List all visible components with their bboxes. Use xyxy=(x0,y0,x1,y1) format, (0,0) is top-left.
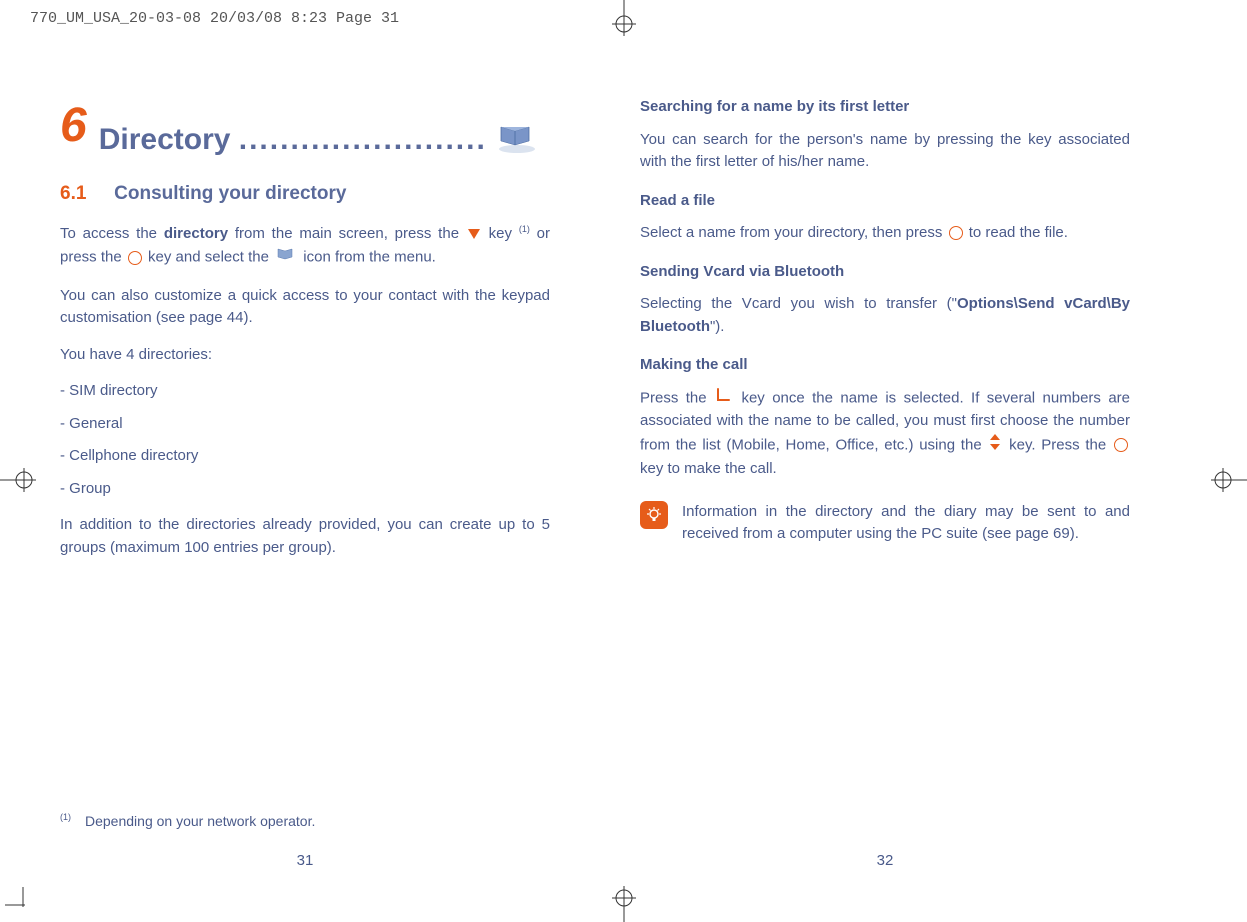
text: key. Press the xyxy=(1003,436,1112,453)
page-right: Searching for a name by its first letter… xyxy=(640,90,1130,882)
text-bold: directory xyxy=(164,225,228,242)
text: key and select the xyxy=(144,249,273,266)
chapter-dots: ........................ xyxy=(239,123,487,156)
section-header: 6.1 Consulting your directory xyxy=(60,180,550,209)
footnote-number: (1) xyxy=(60,812,71,822)
section-title: Consulting your directory xyxy=(114,183,346,204)
text: icon from the menu. xyxy=(299,249,436,266)
chapter-heading: 6 Directory ........................ xyxy=(60,90,550,162)
down-key-icon xyxy=(468,229,480,239)
paragraph-makingcall: Press the key once the name is selected.… xyxy=(640,387,1130,481)
list-item: - Group xyxy=(60,478,550,501)
text: from the main screen, press the xyxy=(228,225,466,242)
pdf-header-info: 770_UM_USA_20-03-08 20/03/08 8:23 Page 3… xyxy=(30,8,399,31)
text: To access the xyxy=(60,225,164,242)
list-item: - Cellphone directory xyxy=(60,445,550,468)
heading-vcard: Sending Vcard via Bluetooth xyxy=(640,261,1130,284)
heading-search: Searching for a name by its first letter xyxy=(640,96,1130,119)
footnote: (1) Depending on your network operator. xyxy=(60,811,315,832)
paragraph-vcard: Selecting the Vcard you wish to transfer… xyxy=(640,293,1130,338)
footnote-text: Depending on your network operator. xyxy=(85,813,315,829)
text: Selecting the Vcard you wish to transfer… xyxy=(640,295,957,312)
updown-key-icon xyxy=(989,433,1001,459)
chapter-title-text: Directory xyxy=(99,123,231,156)
paragraph-customize: You can also customize a quick access to… xyxy=(60,285,550,330)
ok-key-icon xyxy=(949,226,963,240)
chapter-number: 6 xyxy=(60,90,87,162)
crop-mark-top xyxy=(604,0,644,40)
crop-mark-left xyxy=(0,460,40,500)
footnote-ref: (1) xyxy=(519,224,530,234)
page-number-right: 32 xyxy=(877,850,894,873)
text: key xyxy=(482,225,519,242)
page-left: 6 Directory ........................ 6.1… xyxy=(60,90,550,882)
call-key-icon xyxy=(716,387,732,411)
tip-lightbulb-icon xyxy=(640,501,668,529)
section-number: 6.1 xyxy=(60,180,110,209)
page-number-left: 31 xyxy=(297,850,314,873)
chapter-title: Directory ........................ xyxy=(99,117,487,162)
tip-text: Information in the directory and the dia… xyxy=(682,501,1130,546)
paragraph-groups: In addition to the directories already p… xyxy=(60,514,550,559)
paragraph-access: To access the directory from the main sc… xyxy=(60,223,550,271)
text: "). xyxy=(710,318,725,335)
list-item: - SIM directory xyxy=(60,380,550,403)
text: key to make the call. xyxy=(640,460,777,477)
paragraph-dircount: You have 4 directories: xyxy=(60,344,550,367)
ok-key-icon xyxy=(128,251,142,265)
crop-mark-right xyxy=(1207,460,1247,500)
heading-makingcall: Making the call xyxy=(640,354,1130,377)
tip-block: Information in the directory and the dia… xyxy=(640,501,1130,546)
text: to read the file. xyxy=(965,224,1068,241)
crop-mark-bottom xyxy=(604,882,644,922)
directory-menu-icon xyxy=(275,245,297,271)
heading-readfile: Read a file xyxy=(640,190,1130,213)
paragraph-search: You can search for the person's name by … xyxy=(640,129,1130,174)
crop-corner-bottom-left xyxy=(5,887,35,917)
text: Press the xyxy=(640,389,714,406)
paragraph-readfile: Select a name from your directory, then … xyxy=(640,222,1130,245)
directory-book-icon xyxy=(493,119,539,163)
text: Select a name from your directory, then … xyxy=(640,224,947,241)
ok-key-icon xyxy=(1114,438,1128,452)
list-item: - General xyxy=(60,413,550,436)
directory-list: - SIM directory - General - Cellphone di… xyxy=(60,380,550,500)
